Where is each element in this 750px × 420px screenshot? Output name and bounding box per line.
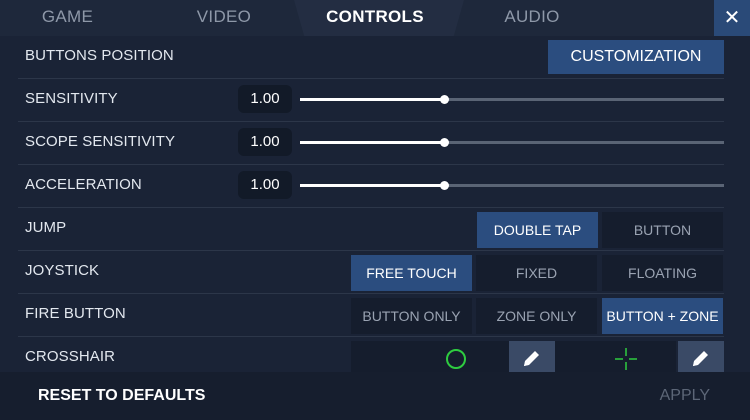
acceleration-slider[interactable] xyxy=(300,178,724,194)
joystick-option-floating[interactable]: FLOATING xyxy=(602,255,723,291)
plus-crosshair-icon xyxy=(615,348,637,370)
slider-fill xyxy=(300,98,445,101)
apply-button[interactable]: APPLY xyxy=(660,372,710,420)
row-acceleration: ACCELERATION 1.00 xyxy=(18,165,724,208)
row-sensitivity: SENSITIVITY 1.00 xyxy=(18,79,724,122)
tab-controls[interactable]: CONTROLS xyxy=(310,0,440,36)
jump-option-button[interactable]: BUTTON xyxy=(602,212,723,248)
acceleration-value[interactable]: 1.00 xyxy=(238,171,292,199)
circle-crosshair-icon xyxy=(446,349,466,369)
fire-option-button-only[interactable]: BUTTON ONLY xyxy=(351,298,472,334)
slider-thumb[interactable] xyxy=(440,138,450,147)
fire-option-button-zone[interactable]: BUTTON + ZONE xyxy=(602,298,723,334)
fire-button-label: FIRE BUTTON xyxy=(25,305,126,322)
controls-settings-panel: BUTTONS POSITION CUSTOMIZATION SENSITIVI… xyxy=(0,36,750,377)
tab-video[interactable]: VIDEO xyxy=(175,0,273,36)
customization-button[interactable]: CUSTOMIZATION xyxy=(548,40,724,74)
tab-game[interactable]: GAME xyxy=(20,0,115,36)
slider-thumb[interactable] xyxy=(440,181,450,190)
joystick-label: JOYSTICK xyxy=(25,262,100,279)
scope-sensitivity-label: SCOPE SENSITIVITY xyxy=(25,133,176,150)
buttons-position-label: BUTTONS POSITION xyxy=(25,47,174,64)
sensitivity-slider[interactable] xyxy=(300,92,724,108)
row-fire-button: FIRE BUTTON BUTTON ONLY ZONE ONLY BUTTON… xyxy=(18,294,724,337)
scope-sensitivity-value[interactable]: 1.00 xyxy=(238,128,292,156)
row-joystick: JOYSTICK FREE TOUCH FIXED FLOATING xyxy=(18,251,724,294)
jump-label: JUMP xyxy=(25,219,67,236)
joystick-option-fixed[interactable]: FIXED xyxy=(476,255,597,291)
tab-bar: GAME VIDEO CONTROLS AUDIO ✕ xyxy=(0,0,750,36)
footer-bar: RESET TO DEFAULTS APPLY xyxy=(0,372,750,420)
acceleration-label: ACCELERATION xyxy=(25,176,142,193)
sensitivity-label: SENSITIVITY xyxy=(25,90,118,107)
close-icon: ✕ xyxy=(723,7,741,29)
slider-thumb[interactable] xyxy=(440,95,450,104)
row-jump: JUMP DOUBLE TAP BUTTON xyxy=(18,208,724,251)
slider-fill xyxy=(300,141,445,144)
reset-to-defaults-button[interactable]: RESET TO DEFAULTS xyxy=(38,372,205,420)
tab-audio[interactable]: AUDIO xyxy=(488,0,576,36)
sensitivity-value[interactable]: 1.00 xyxy=(238,85,292,113)
row-buttons-position: BUTTONS POSITION CUSTOMIZATION xyxy=(18,36,724,79)
row-scope-sensitivity: SCOPE SENSITIVITY 1.00 xyxy=(18,122,724,165)
joystick-option-free-touch[interactable]: FREE TOUCH xyxy=(351,255,472,291)
pencil-icon xyxy=(524,351,539,366)
pencil-icon xyxy=(693,351,708,366)
close-button[interactable]: ✕ xyxy=(714,0,750,36)
scope-sensitivity-slider[interactable] xyxy=(300,135,724,151)
fire-option-zone-only[interactable]: ZONE ONLY xyxy=(476,298,597,334)
slider-fill xyxy=(300,184,445,187)
jump-option-double-tap[interactable]: DOUBLE TAP xyxy=(477,212,598,248)
